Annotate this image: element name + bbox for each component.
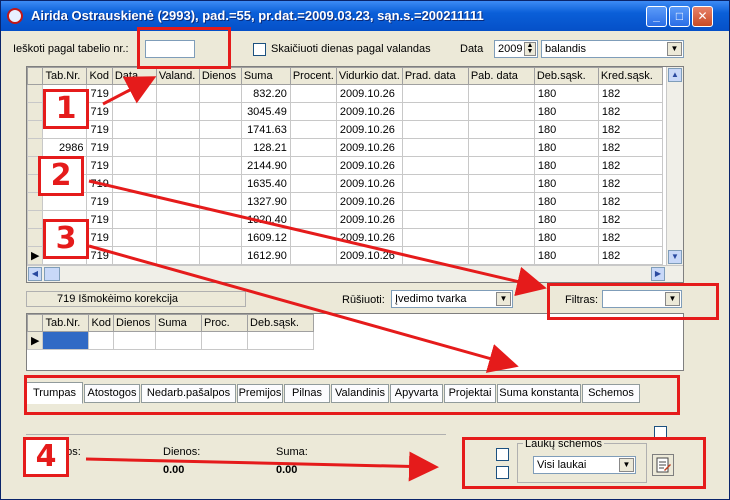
annotation-arrows bbox=[85, 76, 547, 482]
arrow-1 bbox=[102, 76, 157, 106]
arrow-2 bbox=[88, 179, 547, 297]
annotation-badge-1: 1 bbox=[43, 89, 89, 129]
arrow-3 bbox=[88, 244, 519, 373]
annotation-badge-4: 4 bbox=[23, 437, 69, 477]
highlight-filter-box bbox=[547, 283, 719, 320]
application-window: Airida Ostrauskienė (2993), pad.=55, pr.… bbox=[0, 0, 730, 500]
arrow-4 bbox=[85, 451, 439, 482]
highlight-tabs-box bbox=[24, 375, 680, 415]
highlight-search-box bbox=[137, 27, 231, 69]
annotation-badge-3: 3 bbox=[43, 219, 89, 259]
annotation-badge-2: 2 bbox=[38, 156, 84, 196]
highlight-schema-box bbox=[462, 437, 706, 489]
